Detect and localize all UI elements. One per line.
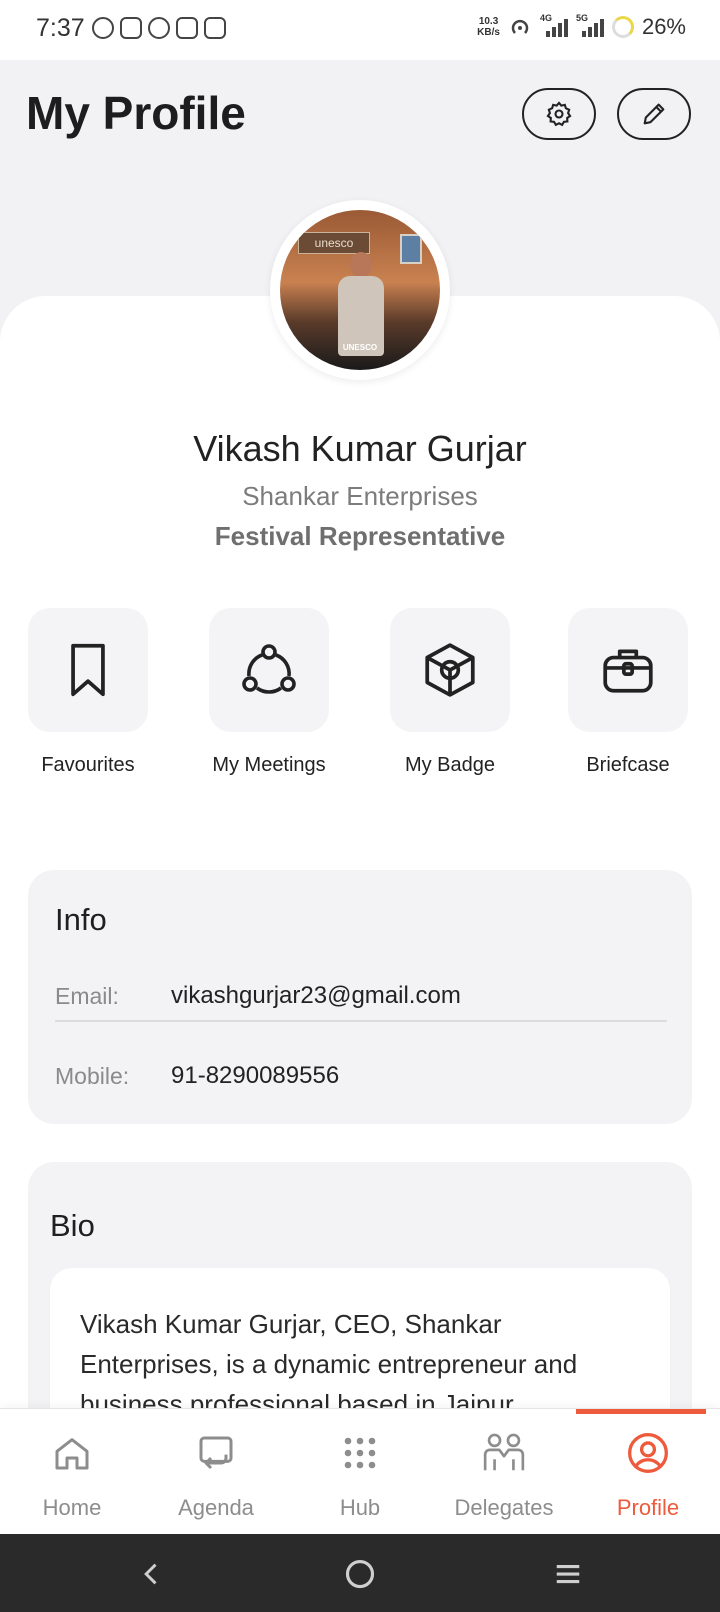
- photo-sign: unesco: [298, 232, 370, 254]
- hotspot-icon: [511, 19, 529, 34]
- system-navigation-bar: [0, 1534, 720, 1612]
- bio-title: Bio: [50, 1208, 95, 1243]
- page-title: My Profile: [26, 87, 246, 139]
- recents-button[interactable]: [546, 1552, 590, 1596]
- status-bar: 7:37 10.3 KB/s 4G 5G 26%: [0, 0, 720, 60]
- nav-home[interactable]: Home: [0, 1409, 144, 1535]
- divider: [55, 1020, 667, 1022]
- profile-icon: [628, 1433, 668, 1473]
- profile-photo: unesco UNESCO: [280, 210, 440, 370]
- nav-hub[interactable]: Hub: [288, 1409, 432, 1535]
- whatsapp-icon: [92, 17, 114, 39]
- my-meetings-label: My Meetings: [212, 754, 326, 776]
- linkedin-icon: [204, 17, 226, 39]
- briefcase-icon: [603, 649, 653, 693]
- delegates-icon: [483, 1433, 525, 1471]
- status-right: 10.3 KB/s 4G 5G 26%: [477, 13, 686, 40]
- my-meetings-button[interactable]: [209, 608, 329, 732]
- mobile-value[interactable]: 91-8290089556: [171, 1062, 339, 1090]
- avatar[interactable]: unesco UNESCO: [270, 200, 450, 380]
- signal-sim1-icon: 4G: [540, 13, 568, 37]
- nav-agenda-label: Agenda: [178, 1495, 254, 1520]
- badge-icon: [425, 643, 475, 697]
- battery-icon: [611, 16, 634, 38]
- signal-sim2-icon: 5G: [576, 13, 604, 37]
- screen: 7:37 10.3 KB/s 4G 5G 26% My Profile unes…: [0, 0, 720, 1612]
- user-name: Vikash Kumar Gurjar: [193, 428, 527, 469]
- bookmark-icon: [71, 643, 105, 697]
- photo-frame: [400, 234, 422, 264]
- briefcase-label: Briefcase: [586, 754, 670, 776]
- chat-icon: [148, 17, 170, 39]
- email-value[interactable]: vikashgurjar23@gmail.com: [171, 982, 461, 1010]
- user-company: Shankar Enterprises: [242, 481, 478, 511]
- back-icon: [144, 1563, 157, 1585]
- info-section: Info Email: vikashgurjar23@gmail.com Mob…: [28, 870, 692, 1124]
- network-speed: 10.3 KB/s: [477, 16, 500, 38]
- edit-profile-button[interactable]: [617, 88, 691, 140]
- gear-icon: [546, 101, 572, 127]
- user-role: Festival Representative: [214, 521, 506, 551]
- meetings-icon: [242, 644, 296, 694]
- agenda-icon: [199, 1436, 233, 1470]
- nav-agenda[interactable]: Agenda: [144, 1409, 288, 1535]
- mobile-label: Mobile:: [55, 1063, 130, 1089]
- nav-home-label: Home: [42, 1495, 102, 1520]
- settings-button[interactable]: [522, 88, 596, 140]
- battery-percent: 26%: [641, 14, 686, 39]
- my-badge-button[interactable]: [390, 608, 510, 732]
- nav-profile[interactable]: Profile: [576, 1409, 720, 1535]
- email-label: Email:: [55, 983, 119, 1009]
- status-time: 7:37: [36, 14, 85, 42]
- grid-icon: [344, 1437, 376, 1469]
- info-title: Info: [55, 902, 107, 937]
- favourites-label: Favourites: [41, 754, 135, 776]
- photo-person-head: [350, 252, 372, 278]
- app-icon: [176, 17, 198, 39]
- notification-icons: [92, 17, 226, 39]
- my-badge-label: My Badge: [404, 754, 496, 776]
- nav-profile-label: Profile: [616, 1495, 680, 1520]
- bottom-navigation: Home Agenda Hub Delegates Profile: [0, 1408, 720, 1534]
- favourites-button[interactable]: [28, 608, 148, 732]
- home-icon: [55, 1438, 89, 1470]
- menu-icon: [556, 1564, 580, 1584]
- nav-delegates[interactable]: Delegates: [432, 1409, 576, 1535]
- instagram-icon: [120, 17, 142, 39]
- back-button[interactable]: [130, 1552, 174, 1596]
- nav-hub-label: Hub: [339, 1495, 381, 1520]
- home-system-button[interactable]: [338, 1552, 382, 1596]
- photo-caption: UNESCO: [342, 343, 378, 352]
- briefcase-button[interactable]: [568, 608, 688, 732]
- nav-delegates-label: Delegates: [454, 1495, 554, 1520]
- circle-home-icon: [345, 1559, 375, 1589]
- pencil-icon: [643, 103, 665, 125]
